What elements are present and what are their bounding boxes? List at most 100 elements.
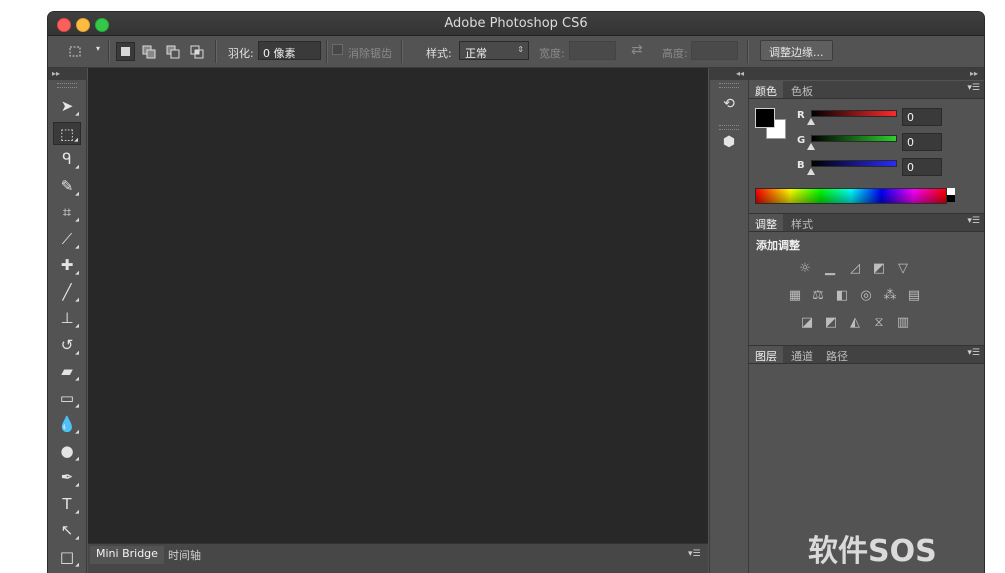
green-slider-thumb[interactable] bbox=[807, 143, 815, 150]
history-panel-icon[interactable]: ⟲ bbox=[717, 93, 741, 115]
hue-saturation-icon[interactable]: ▦ bbox=[786, 288, 804, 304]
rectangular-marquee-tool[interactable]: ⬚ ◢ bbox=[53, 121, 81, 145]
tab-adjustments[interactable]: 调整 bbox=[749, 214, 783, 231]
crop-tool[interactable]: ⌗ ◢ bbox=[53, 201, 81, 224]
subtract-from-selection-button[interactable] bbox=[164, 42, 183, 61]
antialias-checkbox[interactable] bbox=[332, 44, 343, 55]
spectrum-white-swatch[interactable] bbox=[947, 188, 955, 195]
color-lookup-icon[interactable]: ▤ bbox=[905, 288, 923, 304]
adjustments-panel: 调整 样式 ▾☰ 添加调整 ☼ ▁ ◿ ◩ ▽ ▦ ⚖ ◧ ◎ ⁂ ▤ ◪ ◩ … bbox=[749, 213, 984, 342]
eraser-tool[interactable]: ▰ ◢ bbox=[53, 360, 81, 383]
3d-panel-icon[interactable]: ⬢ bbox=[717, 131, 741, 153]
gradient-map-icon[interactable]: ⧖ bbox=[870, 315, 888, 331]
tab-layers[interactable]: 图层 bbox=[749, 346, 783, 363]
tab-styles[interactable]: 样式 bbox=[785, 214, 819, 231]
panel-dock: ▸▸ 颜色 色板 ▾☰ R 0 G 0 B 0 调整 样式 ▾☰ 添加调整 ☼ … bbox=[749, 68, 984, 573]
new-selection-button[interactable] bbox=[116, 42, 135, 61]
red-channel-slider[interactable] bbox=[811, 110, 897, 117]
selective-color-icon[interactable]: ▥ bbox=[894, 315, 912, 331]
flyout-corner-icon: ◢ bbox=[75, 561, 79, 568]
document-canvas-area[interactable] bbox=[88, 68, 708, 543]
new-selection-icon bbox=[121, 47, 130, 56]
blur-tool-icon: 💧 bbox=[57, 415, 77, 433]
collapsed-panel-dock: ◂◂ ⟲ ⬢ bbox=[709, 68, 749, 573]
eyedropper-tool-icon: ⟋ bbox=[61, 229, 73, 248]
height-input[interactable] bbox=[691, 41, 738, 60]
tab-timeline[interactable]: 时间轴 bbox=[162, 546, 207, 564]
green-channel-slider[interactable] bbox=[811, 135, 897, 142]
levels-icon[interactable]: ▁ bbox=[821, 261, 839, 277]
invert-icon[interactable]: ◪ bbox=[798, 315, 816, 331]
chevron-down-icon[interactable]: ▾ bbox=[96, 44, 100, 53]
curves-icon[interactable]: ◿ bbox=[846, 261, 864, 277]
threshold-icon[interactable]: ◭ bbox=[846, 315, 864, 331]
panel-menu-icon[interactable]: ▾☰ bbox=[688, 549, 701, 559]
history-brush-tool[interactable]: ↺ ◢ bbox=[53, 334, 81, 357]
lasso-tool[interactable]: ᑫ ◢ bbox=[53, 148, 81, 171]
posterize-icon[interactable]: ◩ bbox=[822, 315, 840, 331]
dock-grip[interactable] bbox=[719, 125, 739, 130]
flyout-corner-icon: ◢ bbox=[75, 243, 79, 250]
tab-channels[interactable]: 通道 bbox=[785, 346, 819, 363]
blue-slider-thumb[interactable] bbox=[807, 168, 815, 175]
blue-value-input[interactable]: 0 bbox=[902, 158, 942, 176]
path-selection-tool[interactable]: ↖ ◢ bbox=[53, 519, 81, 542]
style-select[interactable]: 正常 ⇕ bbox=[459, 41, 529, 60]
flyout-corner-icon: ◢ bbox=[75, 111, 79, 117]
exposure-icon[interactable]: ◩ bbox=[870, 261, 888, 277]
blur-tool[interactable]: 💧 ◢ bbox=[53, 413, 81, 436]
channel-mixer-icon[interactable]: ⁂ bbox=[881, 288, 899, 304]
toolbox-grip[interactable] bbox=[57, 83, 77, 88]
clone-stamp-tool-icon: ⊥ bbox=[60, 309, 74, 327]
panel-menu-icon[interactable]: ▾☰ bbox=[967, 83, 980, 93]
dodge-tool[interactable]: ● ◢ bbox=[53, 440, 81, 463]
width-input[interactable] bbox=[569, 41, 616, 60]
gradient-tool[interactable]: ▭ ◢ bbox=[53, 387, 81, 410]
panel-menu-icon[interactable]: ▾☰ bbox=[967, 216, 980, 226]
flyout-corner-icon: ◢ bbox=[75, 296, 79, 303]
options-divider bbox=[747, 40, 749, 63]
feather-label: 羽化: bbox=[228, 47, 254, 60]
layers-panel-tabs: 图层 通道 路径 ▾☰ bbox=[749, 346, 984, 364]
swap-width-height-icon[interactable]: ⇄ bbox=[631, 42, 643, 58]
spectrum-black-swatch[interactable] bbox=[947, 195, 955, 202]
eyedropper-tool[interactable]: ⟋ ◢ bbox=[53, 228, 81, 251]
color-spectrum-bar[interactable] bbox=[755, 188, 947, 204]
type-tool-icon: T bbox=[62, 494, 72, 513]
tool-preset-picker[interactable] bbox=[66, 42, 85, 61]
feather-input[interactable]: 0 像素 bbox=[258, 41, 321, 60]
move-tool[interactable]: ➤ ◢ bbox=[53, 95, 81, 118]
vibrance-icon[interactable]: ▽ bbox=[894, 261, 912, 277]
panel-dock-expand-icon[interactable]: ▸▸ bbox=[749, 68, 984, 80]
panel-menu-icon[interactable]: ▾☰ bbox=[967, 348, 980, 358]
pen-tool[interactable]: ✒ ◢ bbox=[53, 466, 81, 489]
brightness-contrast-icon[interactable]: ☼ bbox=[796, 261, 814, 277]
black-white-icon[interactable]: ◧ bbox=[833, 288, 851, 304]
dock-collapse-icon[interactable]: ◂◂ bbox=[710, 68, 748, 80]
refine-edge-button[interactable]: 调整边缘... bbox=[760, 40, 833, 61]
photo-filter-icon[interactable]: ◎ bbox=[857, 288, 875, 304]
quick-selection-tool[interactable]: ✎ ◢ bbox=[53, 175, 81, 198]
red-slider-thumb[interactable] bbox=[807, 118, 815, 125]
tab-swatches[interactable]: 色板 bbox=[785, 81, 819, 98]
red-value-input[interactable]: 0 bbox=[902, 108, 942, 126]
color-balance-icon[interactable]: ⚖ bbox=[809, 288, 827, 304]
intersect-selection-button[interactable] bbox=[188, 42, 207, 61]
green-value-input[interactable]: 0 bbox=[902, 133, 942, 151]
add-to-selection-button[interactable] bbox=[140, 42, 159, 61]
flyout-corner-icon: ◢ bbox=[75, 349, 79, 356]
toolbox-collapse-icon[interactable]: ▸▸ bbox=[48, 68, 86, 80]
foreground-color-swatch[interactable] bbox=[755, 108, 775, 128]
tab-color[interactable]: 颜色 bbox=[749, 81, 783, 98]
tab-mini-bridge[interactable]: Mini Bridge bbox=[90, 546, 164, 564]
gradient-tool-icon: ▭ bbox=[59, 388, 75, 407]
clone-stamp-tool[interactable]: ⊥ ◢ bbox=[53, 307, 81, 330]
dock-grip[interactable] bbox=[719, 83, 739, 88]
brush-tool[interactable]: ╱ ◢ bbox=[53, 281, 81, 304]
rectangle-tool[interactable]: □ ◢ bbox=[53, 546, 81, 569]
tab-paths[interactable]: 路径 bbox=[820, 346, 854, 363]
blue-channel-slider[interactable] bbox=[811, 160, 897, 167]
type-tool[interactable]: T ◢ bbox=[53, 493, 81, 516]
flyout-corner-icon: ◢ bbox=[75, 323, 79, 329]
healing-brush-tool[interactable]: ✚ ◢ bbox=[53, 254, 81, 277]
